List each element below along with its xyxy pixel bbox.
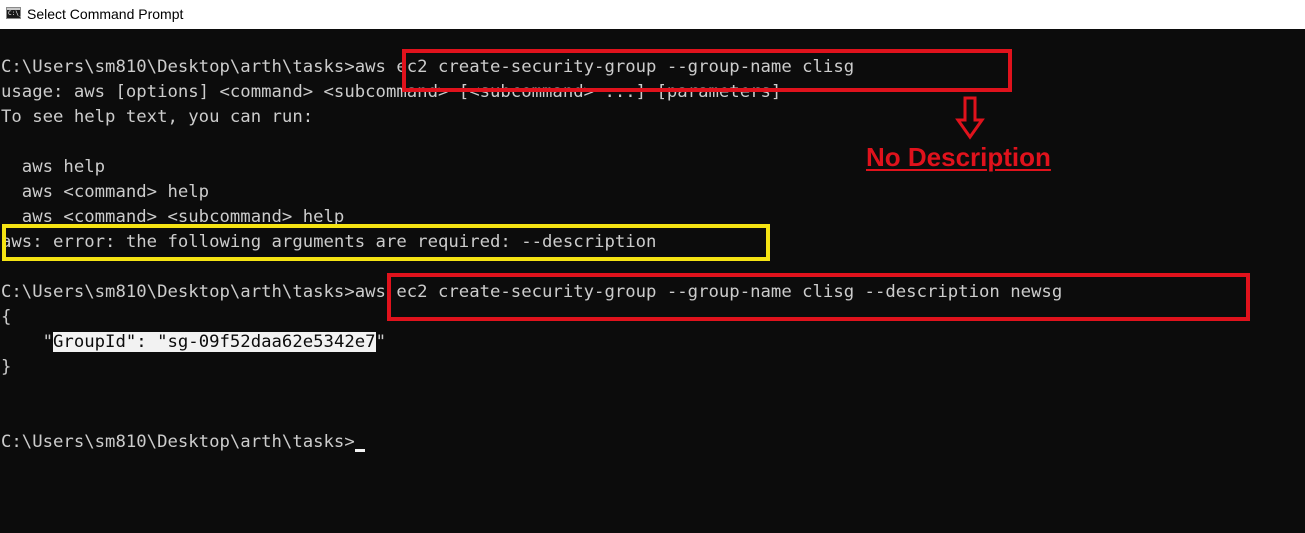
window-title: Select Command Prompt <box>27 6 184 22</box>
second-command-highlight-box <box>387 273 1250 321</box>
prompt-line[interactable]: C:\Users\sm810\Desktop\arth\tasks> <box>1 430 365 455</box>
group-id-line[interactable]: "GroupId": "sg-09f52daa62e5342e7" <box>1 330 386 355</box>
title-bar[interactable]: C:\_ Select Command Prompt <box>0 0 1305 29</box>
group-id-tail: " <box>375 332 386 352</box>
error-highlight-box <box>2 224 770 261</box>
text-cursor <box>354 449 365 452</box>
no-description-annotation: No Description <box>866 142 1051 172</box>
group-id-indent: " <box>1 332 54 352</box>
prompt-text: C:\Users\sm810\Desktop\arth\tasks> <box>1 432 355 452</box>
console-line: } <box>1 357 12 377</box>
group-id-selection[interactable]: GroupId": "sg-09f52daa62e5342e7 <box>53 332 376 352</box>
cmd-icon: C:\_ <box>6 7 23 19</box>
cmd-icon-label: C:\_ <box>8 10 23 17</box>
console-line: aws help <box>1 157 106 177</box>
down-arrow-icon <box>955 96 985 140</box>
command-prompt-window: C:\_ Select Command Prompt C:\Users\sm81… <box>0 0 1305 533</box>
console-line: To see help text, you can run: <box>1 107 314 127</box>
console-line: aws <command> help <box>1 182 210 202</box>
console-line: { <box>1 307 12 327</box>
first-command-highlight-box <box>402 49 1012 92</box>
